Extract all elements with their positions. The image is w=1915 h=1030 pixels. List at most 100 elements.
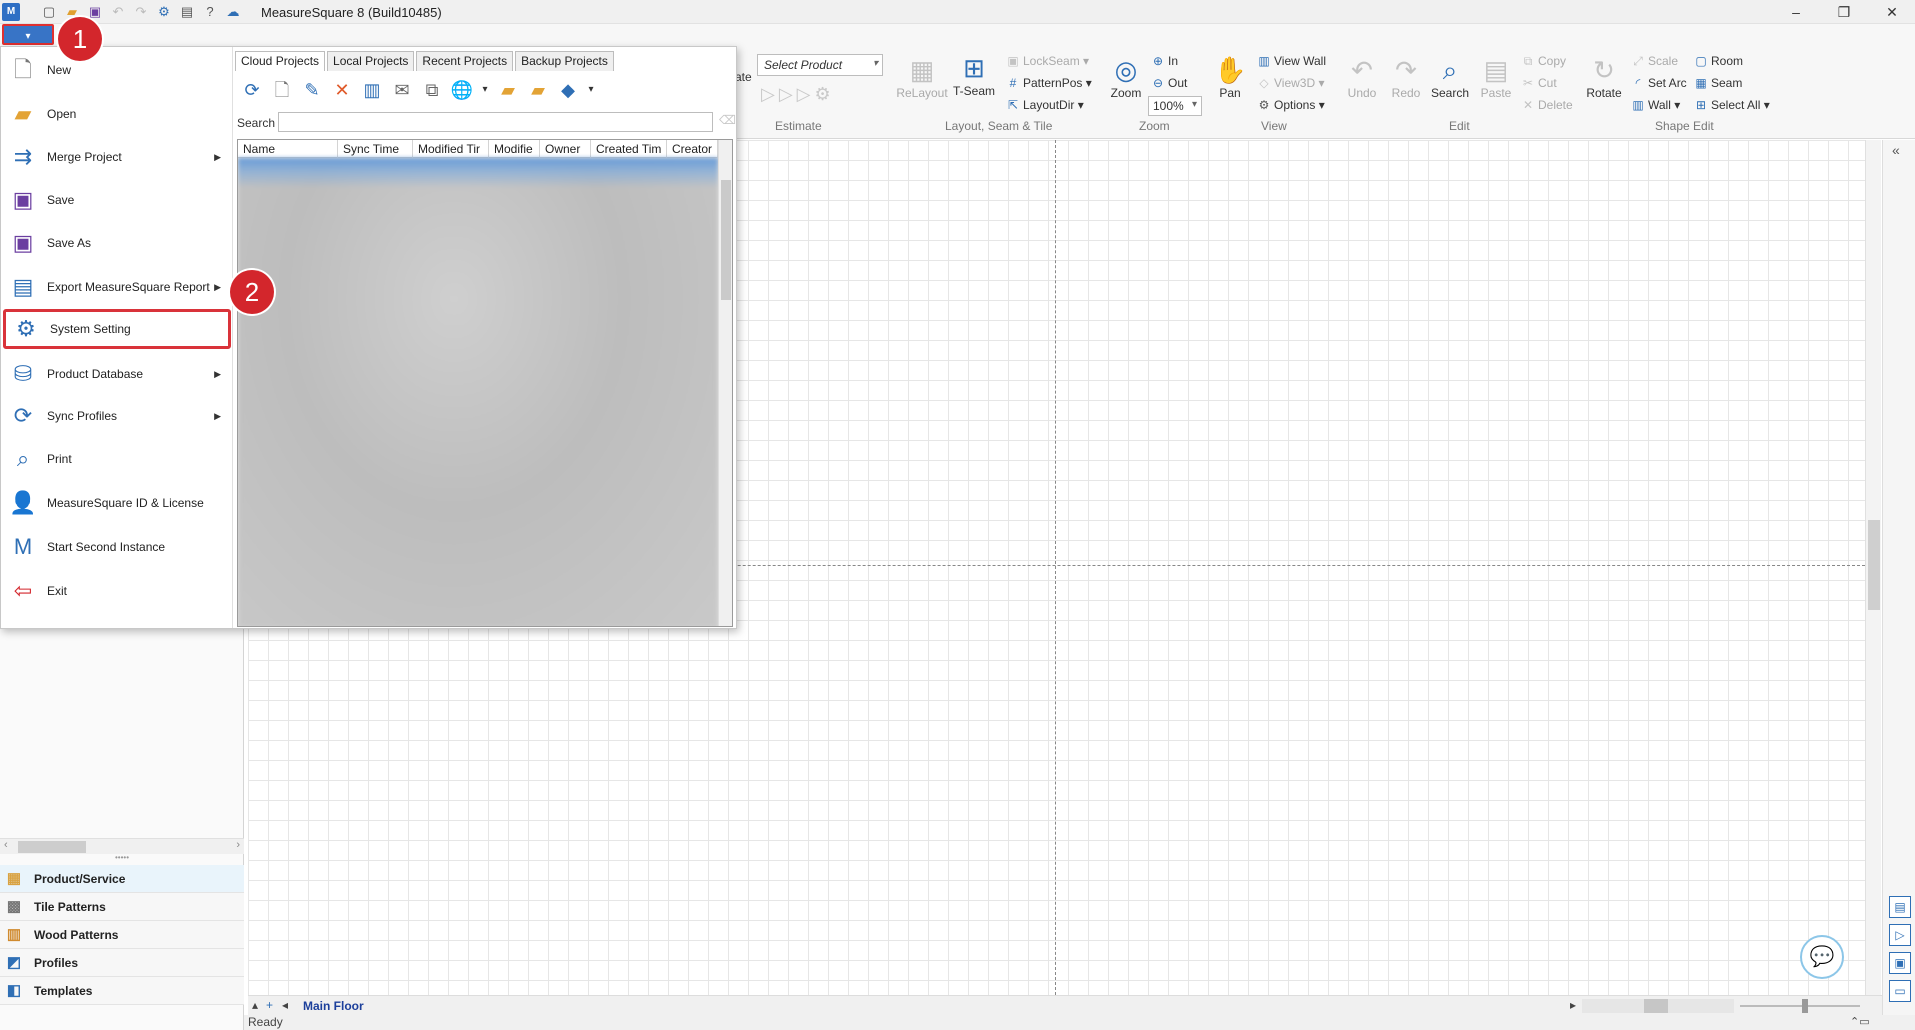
tab-prev-icon[interactable]: ◂: [282, 998, 288, 1012]
t-seam-button[interactable]: ⊞ T-Seam: [948, 52, 1000, 98]
tab-next-icon[interactable]: ▸: [1570, 998, 1576, 1012]
folder-upload-icon[interactable]: ▰: [525, 77, 551, 103]
cloud-icon[interactable]: ☁: [224, 3, 242, 21]
canvas-horizontal-scrollbar[interactable]: [1582, 999, 1734, 1013]
copy-icon[interactable]: ⧉: [419, 77, 445, 103]
close-button[interactable]: ✕: [1869, 0, 1915, 24]
nav-profiles[interactable]: ◩ Profiles: [0, 949, 244, 977]
tab-scroll-left-icon[interactable]: ▴: [252, 998, 258, 1012]
play-icon[interactable]: ▷: [1889, 924, 1911, 946]
layout-toggle-icon[interactable]: ⌃▭: [1850, 1015, 1870, 1028]
redo-icon[interactable]: ↷: [132, 3, 150, 21]
delete-button[interactable]: ✕ Delete: [1520, 98, 1573, 118]
nav-templates[interactable]: ◧ Templates: [0, 977, 244, 1005]
menu-item-save-as[interactable]: ▣ Save As: [3, 223, 231, 263]
tab-recent-projects[interactable]: Recent Projects: [416, 51, 514, 71]
edit-icon[interactable]: ✎: [299, 77, 325, 103]
project-search-input[interactable]: [278, 112, 713, 132]
settings-icon[interactable]: ⚙: [155, 3, 173, 21]
tab-backup-projects[interactable]: Backup Projects: [515, 51, 614, 71]
col-sync-time[interactable]: Sync Time: [338, 140, 413, 158]
zoom-level-combo[interactable]: 100% ▾: [1148, 96, 1202, 116]
zoom-out-button[interactable]: ⊖ Out: [1150, 76, 1187, 96]
select-all-button[interactable]: ⊞ Select All ▾: [1693, 98, 1770, 118]
grid-scrollbar[interactable]: [718, 140, 732, 626]
col-creator[interactable]: Creator: [667, 140, 718, 158]
report-icon[interactable]: ▤: [178, 3, 196, 21]
scrollbar-thumb[interactable]: [1868, 520, 1880, 610]
menu-item-id-license[interactable]: 👤 MeasureSquare ID & License: [3, 483, 231, 523]
undo-icon[interactable]: ↶: [109, 3, 127, 21]
view-wall-button[interactable]: ▥ View Wall: [1256, 54, 1326, 74]
help-icon[interactable]: ?: [201, 3, 219, 21]
scrollbar-thumb[interactable]: [18, 841, 86, 853]
nav-wood-patterns[interactable]: ▥ Wood Patterns: [0, 921, 244, 949]
scrollbar-thumb[interactable]: [721, 180, 731, 300]
screen-icon[interactable]: ▭: [1889, 980, 1911, 1002]
select-product-combo[interactable]: Select Product ▾: [757, 54, 883, 76]
relayout-button[interactable]: ▦ ReLayout: [896, 54, 948, 100]
project-list-grid[interactable]: Name Sync Time Modified Tir Modifie Owne…: [237, 139, 733, 627]
menu-item-new[interactable]: 🗋 New: [3, 50, 231, 90]
new-icon[interactable]: ▢: [40, 3, 58, 21]
email-icon[interactable]: ✉: [389, 77, 415, 103]
menu-item-open[interactable]: ▰ Open: [3, 94, 231, 134]
restore-button[interactable]: ❐: [1821, 0, 1867, 24]
chevron-down-icon[interactable]: ▾: [479, 77, 491, 103]
scroll-left-icon[interactable]: ‹: [4, 839, 8, 851]
scroll-right-icon[interactable]: ›: [236, 839, 240, 851]
pan-button[interactable]: ✋ Pan: [1204, 54, 1256, 100]
room-button[interactable]: ▢ Room: [1693, 54, 1743, 74]
folder-icon[interactable]: ▰: [495, 77, 521, 103]
properties-icon[interactable]: ▤: [1889, 896, 1911, 918]
zoom-slider-knob[interactable]: [1802, 999, 1808, 1013]
col-modified-by[interactable]: Modifie: [489, 140, 540, 158]
menu-item-sync-profiles[interactable]: ⟳ Sync Profiles ▶: [3, 396, 231, 436]
search-button[interactable]: ⌕ Search: [1424, 54, 1476, 100]
chevron-down-icon[interactable]: ▾: [585, 77, 597, 103]
copy-button[interactable]: ⧉ Copy: [1520, 54, 1566, 74]
menu-item-print[interactable]: ⌕ Print: [3, 439, 231, 479]
nav-tile-patterns[interactable]: ▩ Tile Patterns: [0, 893, 244, 921]
add-floor-icon[interactable]: +: [266, 998, 273, 1012]
rotate-button[interactable]: ↻ Rotate: [1578, 54, 1630, 100]
view3d-button[interactable]: ◇ View3D ▾: [1256, 76, 1324, 96]
menu-item-save[interactable]: ▣ Save: [3, 180, 231, 220]
seam-button[interactable]: ▦ Seam: [1693, 76, 1742, 96]
nav-product-service[interactable]: ▦ Product/Service: [0, 865, 244, 893]
menu-item-exit[interactable]: ⇦ Exit: [3, 571, 231, 611]
columns-icon[interactable]: ▥: [359, 77, 385, 103]
delete-icon[interactable]: ✕: [329, 77, 355, 103]
zoom-slider[interactable]: [1740, 999, 1860, 1013]
scrollbar-thumb[interactable]: [1644, 999, 1668, 1013]
estimate-partial-button[interactable]: ate: [735, 70, 752, 84]
set-arc-button[interactable]: ◜ Set Arc: [1630, 76, 1687, 96]
pane-splitter[interactable]: •••••: [0, 854, 244, 863]
lockseam-button[interactable]: ▣ LockSeam ▾: [1005, 54, 1089, 74]
menu-item-second-instance[interactable]: M Start Second Instance: [3, 527, 231, 567]
minimize-button[interactable]: –: [1773, 0, 1819, 24]
collapse-panel-icon[interactable]: «: [1892, 142, 1900, 158]
menu-item-product-database[interactable]: ⛁ Product Database ▶: [3, 354, 231, 394]
clear-search-icon[interactable]: ⌫: [719, 113, 736, 127]
menu-item-merge-project[interactable]: ⇉ Merge Project ▶: [3, 137, 231, 177]
cut-button[interactable]: ✂ Cut: [1520, 76, 1557, 96]
patternpos-button[interactable]: # PatternPos ▾: [1005, 76, 1092, 96]
options-button[interactable]: ⚙ Options ▾: [1256, 98, 1325, 118]
scale-button[interactable]: ⤢ Scale: [1630, 54, 1678, 74]
zoom-button[interactable]: ◎ Zoom: [1100, 54, 1152, 100]
zoom-in-button[interactable]: ⊕ In: [1150, 54, 1178, 74]
frame-icon[interactable]: ▣: [1889, 952, 1911, 974]
col-modified-time[interactable]: Modified Tir: [413, 140, 489, 158]
new-project-icon[interactable]: 🗋: [269, 77, 295, 103]
col-name[interactable]: Name: [238, 140, 338, 158]
layoutdir-button[interactable]: ⇱ LayoutDir ▾: [1005, 98, 1084, 118]
col-owner[interactable]: Owner: [540, 140, 591, 158]
application-menu-button[interactable]: ▾: [2, 24, 54, 45]
tag-icon[interactable]: ◆: [555, 77, 581, 103]
col-created-time[interactable]: Created Tim: [591, 140, 667, 158]
wall-button[interactable]: ▥ Wall ▾: [1630, 98, 1680, 118]
menu-item-system-setting[interactable]: ⚙ System Setting: [3, 309, 231, 349]
tab-cloud-projects[interactable]: Cloud Projects: [235, 51, 326, 71]
canvas-vertical-scrollbar[interactable]: [1865, 140, 1881, 995]
